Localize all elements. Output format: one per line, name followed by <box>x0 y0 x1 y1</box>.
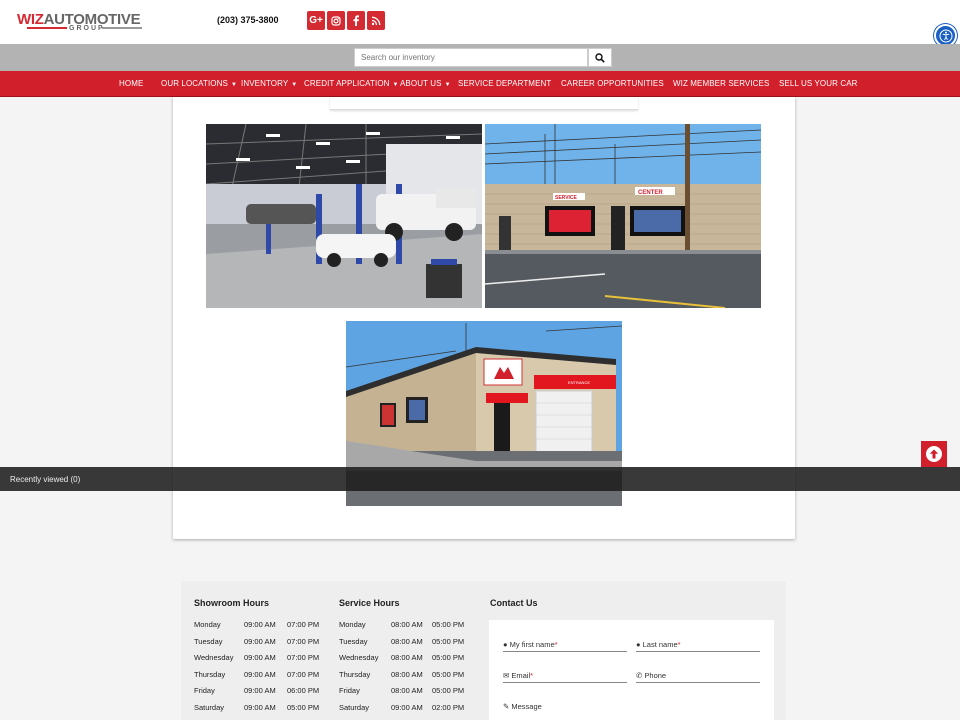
nav-our-locations[interactable]: OUR LOCATIONS ▼ <box>161 79 237 88</box>
entrance-sign: ENTRANCE <box>568 380 590 385</box>
service-close: 05:00 PM <box>432 620 465 629</box>
service-open: 08:00 AM <box>391 637 423 646</box>
nav-wiz-member-services[interactable]: WIZ MEMBER SERVICES <box>673 79 769 88</box>
google-plus-icon[interactable]: G+ <box>307 11 325 30</box>
nav-sell-us-your-car[interactable]: SELL US YOUR CAR <box>779 79 858 88</box>
showroom-hours-title: Showroom Hours <box>194 598 270 608</box>
facebook-icon[interactable] <box>347 11 365 30</box>
showroom-open: 09:00 AM <box>244 620 276 629</box>
nav-service-department[interactable]: SERVICE DEPARTMENT <box>458 79 551 88</box>
nav-career-opportunities[interactable]: CAREER OPPORTUNITIES <box>561 79 664 88</box>
showroom-day: Wednesday <box>194 653 234 662</box>
nav-inventory[interactable]: INVENTORY ▼ <box>241 79 297 88</box>
rss-icon[interactable] <box>367 11 385 30</box>
site-header: WIZAUTOMOTIVE GROUP (203) 375-3800 G+ <box>0 0 960 47</box>
caret-down-icon: ▼ <box>291 82 298 88</box>
service-bay-photo <box>206 124 482 308</box>
service-close: 05:00 PM <box>432 686 465 695</box>
service-center-exterior-photo: SERVICE CENTER <box>485 124 761 308</box>
showroom-close: 06:00 PM <box>287 686 320 695</box>
showroom-close: 07:00 PM <box>287 670 320 679</box>
showroom-day: Saturday <box>194 703 225 712</box>
first-name-field[interactable]: ● My first name* <box>503 640 627 652</box>
caret-down-icon: ▼ <box>230 82 237 88</box>
showroom-open: 09:00 AM <box>244 703 276 712</box>
phone-number[interactable]: (203) 375-3800 <box>217 15 279 25</box>
footer-hours-contact: Showroom Hours Service Hours Contact Us … <box>181 581 786 720</box>
last-name-field[interactable]: ● Last name* <box>636 640 760 652</box>
contact-form: ● My first name* ● Last name* ✉ Email* ✆… <box>489 620 774 720</box>
service-open: 08:00 AM <box>391 653 423 662</box>
search-icon <box>595 52 605 63</box>
center-sign: CENTER <box>638 190 663 196</box>
service-open: 08:00 AM <box>391 670 423 679</box>
service-close: 05:00 PM <box>432 637 465 646</box>
showroom-open: 09:00 AM <box>244 637 276 646</box>
message-field[interactable]: ✎ Message <box>503 702 760 713</box>
service-day: Wednesday <box>339 653 379 662</box>
user-icon: ● <box>503 640 508 649</box>
showroom-day: Tuesday <box>194 637 223 646</box>
showroom-open: 09:00 AM <box>244 670 276 679</box>
scroll-to-top-button[interactable] <box>921 441 947 467</box>
envelope-icon: ✉ <box>503 671 510 680</box>
showroom-close: 07:00 PM <box>287 620 320 629</box>
caret-down-icon: ▼ <box>444 82 451 88</box>
service-sign: SERVICE <box>555 195 578 201</box>
showroom-close: 05:00 PM <box>287 703 320 712</box>
showroom-close: 07:00 PM <box>287 637 320 646</box>
service-open: 09:00 AM <box>391 703 423 712</box>
showroom-day: Thursday <box>194 670 226 679</box>
social-links: G+ <box>307 11 385 30</box>
phone-field[interactable]: ✆ Phone <box>636 671 760 683</box>
contact-us-title: Contact Us <box>490 598 538 608</box>
search-button[interactable] <box>588 48 612 67</box>
showroom-close: 07:00 PM <box>287 653 320 662</box>
phone-icon: ✆ <box>636 671 643 680</box>
service-day: Tuesday <box>339 637 368 646</box>
service-hours-title: Service Hours <box>339 598 400 608</box>
showroom-open: 09:00 AM <box>244 653 276 662</box>
recently-viewed-bar[interactable]: Recently viewed (0) <box>0 467 960 491</box>
caret-down-icon: ▼ <box>392 82 399 88</box>
service-close: 05:00 PM <box>432 670 465 679</box>
wiz-automotive-logo[interactable]: WIZAUTOMOTIVE GROUP <box>17 12 147 32</box>
search-input[interactable] <box>354 48 588 67</box>
service-open: 08:00 AM <box>391 620 423 629</box>
user-icon: ● <box>636 640 641 649</box>
logo-brand: WIZ <box>17 11 44 28</box>
search-bar <box>0 44 960 71</box>
showroom-day: Friday <box>194 686 215 695</box>
service-day: Friday <box>339 686 360 695</box>
service-day: Thursday <box>339 670 371 679</box>
service-close: 05:00 PM <box>432 653 465 662</box>
logo-sub: GROUP <box>69 25 105 32</box>
service-close: 02:00 PM <box>432 703 465 712</box>
nav-about-us[interactable]: ABOUT US ▼ <box>400 79 451 88</box>
service-day: Saturday <box>339 703 370 712</box>
showroom-day: Monday <box>194 620 221 629</box>
showroom-open: 09:00 AM <box>244 686 276 695</box>
email-field[interactable]: ✉ Email* <box>503 671 627 683</box>
pencil-icon: ✎ <box>503 702 510 711</box>
recently-viewed-label: Recently viewed (0) <box>10 475 81 484</box>
nav-credit-application[interactable]: CREDIT APPLICATION ▼ <box>304 79 399 88</box>
service-open: 08:00 AM <box>391 686 423 695</box>
nav-home[interactable]: HOME <box>119 79 143 88</box>
arrow-up-circle-icon <box>926 446 942 462</box>
service-day: Monday <box>339 620 366 629</box>
main-nav: HOME OUR LOCATIONS ▼ INVENTORY ▼ CREDIT AP… <box>0 71 960 97</box>
inner-panel-edge <box>330 97 638 110</box>
instagram-icon[interactable] <box>327 11 345 30</box>
